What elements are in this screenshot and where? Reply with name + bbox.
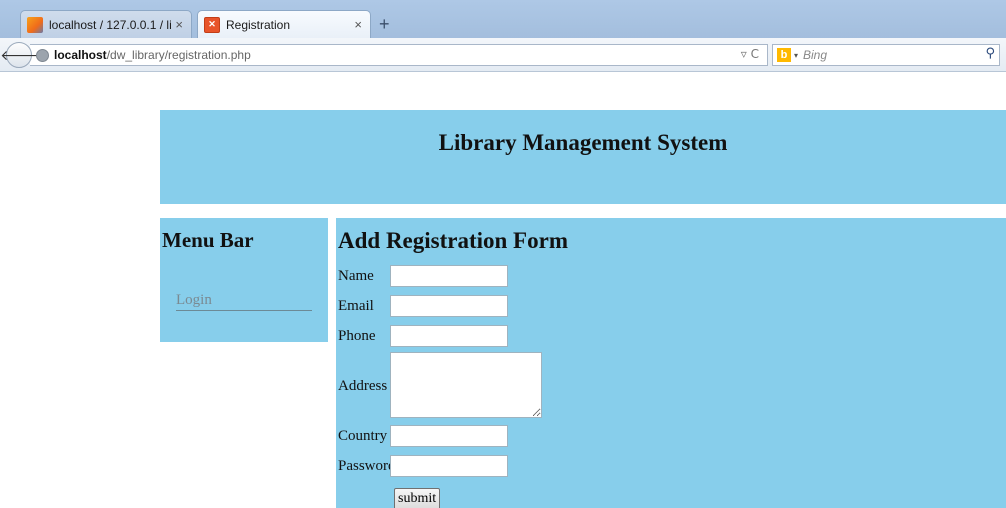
sidebar-heading: Menu Bar: [162, 228, 254, 252]
search-icon[interactable]: ⚲: [985, 46, 995, 61]
reload-icon[interactable]: ▿ C: [741, 47, 759, 61]
arrow-left-icon: 🡐: [0, 47, 38, 64]
email-input[interactable]: [390, 295, 508, 317]
phpmyadmin-icon: [27, 16, 43, 33]
url-host: localhost: [54, 48, 107, 62]
bing-icon[interactable]: b: [777, 48, 791, 62]
phone-label: Phone: [338, 328, 376, 344]
url-path: /dw_library/registration.php: [106, 48, 251, 62]
tab-title: Registration: [226, 17, 291, 32]
address-textarea[interactable]: [390, 352, 542, 418]
password-label: Password: [338, 458, 396, 474]
back-button[interactable]: 🡐: [0, 42, 38, 68]
site-header: Library Management System: [160, 110, 1006, 204]
menu-sidebar: Menu Bar Login: [160, 218, 328, 342]
tab-title: localhost / 127.0.0.1 / librar...: [49, 17, 172, 32]
search-bar[interactable]: b ▾ Bing ⚲: [772, 44, 1000, 66]
page-title: Library Management System: [438, 130, 728, 155]
new-tab-button[interactable]: +: [379, 14, 390, 35]
sidebar-item-login[interactable]: Login: [176, 292, 312, 311]
registration-form-panel: Add Registration Form Name Email Phone A…: [336, 218, 1006, 508]
email-label: Email: [338, 298, 374, 314]
name-input[interactable]: [390, 265, 508, 287]
navigation-toolbar: localhost /dw_library/registration.php ▿…: [0, 38, 1006, 72]
country-input[interactable]: [390, 425, 508, 447]
submit-button[interactable]: submit: [394, 488, 441, 508]
country-label: Country: [338, 428, 388, 444]
tab-phpmyadmin[interactable]: localhost / 127.0.0.1 / librar... ×: [20, 10, 192, 38]
xampp-icon: ✕: [204, 16, 220, 33]
close-icon[interactable]: ×: [175, 17, 183, 32]
tab-registration[interactable]: ✕ Registration ×: [197, 10, 371, 38]
search-input[interactable]: Bing: [803, 48, 827, 62]
phone-input[interactable]: [390, 325, 508, 347]
name-label: Name: [338, 268, 374, 284]
chevron-down-icon[interactable]: ▾: [794, 51, 798, 60]
browser-tab-strip: localhost / 127.0.0.1 / librar... × ✕ Re…: [0, 0, 1006, 38]
address-label: Address: [338, 378, 388, 394]
close-icon[interactable]: ×: [354, 17, 362, 32]
form-heading: Add Registration Form: [338, 228, 568, 253]
password-input[interactable]: [390, 455, 508, 477]
address-bar[interactable]: localhost /dw_library/registration.php ▿…: [30, 44, 768, 66]
globe-icon: [36, 48, 49, 62]
